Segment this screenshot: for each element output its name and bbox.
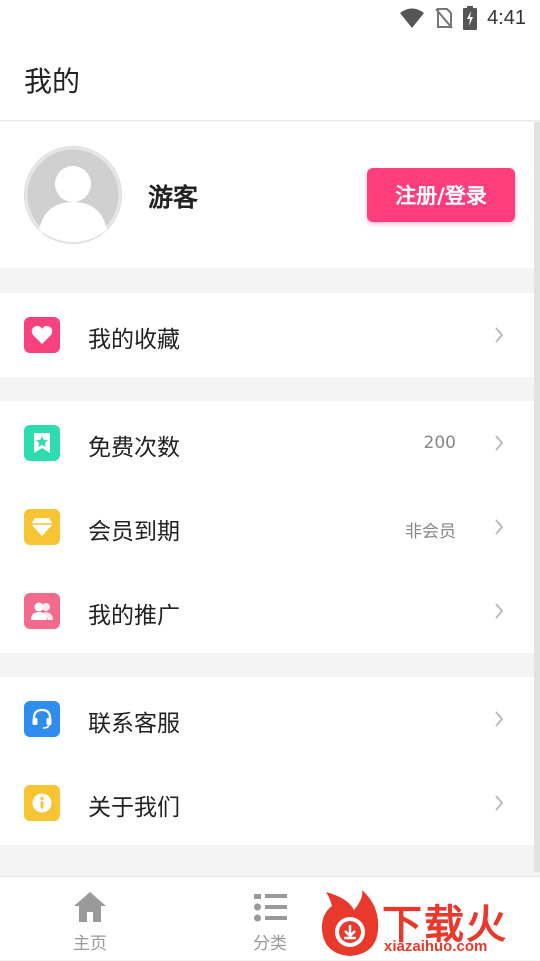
app-header: 我的 xyxy=(0,36,540,121)
users-icon xyxy=(24,593,60,629)
tab-label: 主页 xyxy=(73,934,107,954)
vip-expire-value: 非会员 xyxy=(405,522,456,542)
profile-card: 游客 注册/登录 xyxy=(0,122,534,268)
home-icon xyxy=(74,892,106,922)
no-sim-icon xyxy=(435,8,453,29)
chevron-right-icon xyxy=(495,603,504,619)
menu-label: 关于我们 xyxy=(88,795,180,821)
menu-item-promotion[interactable]: 我的推广 xyxy=(0,569,534,653)
page-title: 我的 xyxy=(24,65,81,98)
menu-item-vip-expire[interactable]: 会员到期 非会员 xyxy=(0,485,534,569)
chevron-right-icon xyxy=(495,519,504,535)
menu-item-free-times[interactable]: 免费次数 200 xyxy=(0,401,534,485)
menu-label: 我的推广 xyxy=(88,603,180,629)
menu-item-favorites[interactable]: 我的收藏 xyxy=(0,293,534,377)
tab-label: 分类 xyxy=(253,934,287,954)
menu-label: 联系客服 xyxy=(88,711,180,737)
info-icon xyxy=(24,785,60,821)
menu-label: 会员到期 xyxy=(88,519,180,545)
account-group: 免费次数 200 会员到期 非会员 我的推广 xyxy=(0,401,534,653)
support-group: 联系客服 关于我们 xyxy=(0,677,534,845)
heart-icon xyxy=(24,317,60,353)
chevron-right-icon xyxy=(495,327,504,343)
chevron-right-icon xyxy=(495,711,504,727)
menu-item-about[interactable]: 关于我们 xyxy=(0,761,534,845)
menu-label: 免费次数 xyxy=(88,435,180,461)
battery-charging-icon xyxy=(463,6,478,30)
tab-category[interactable]: 分类 xyxy=(220,877,320,961)
scrollbar[interactable] xyxy=(534,122,540,872)
menu-item-contact[interactable]: 联系客服 xyxy=(0,677,534,761)
tab-home[interactable]: 主页 xyxy=(40,877,140,961)
list-icon xyxy=(254,894,287,922)
chevron-right-icon xyxy=(495,435,504,451)
flame-logo-icon xyxy=(321,890,379,956)
menu-label: 我的收藏 xyxy=(88,327,180,353)
favorites-group: 我的收藏 xyxy=(0,293,534,377)
status-time: 4:41 xyxy=(487,6,526,29)
status-bar: 4:41 xyxy=(0,0,540,36)
ticket-star-icon xyxy=(24,425,60,461)
headset-icon xyxy=(24,701,60,737)
watermark: 下载火 xiazaihuo.com xyxy=(318,888,540,960)
free-times-value: 200 xyxy=(423,433,456,453)
chevron-right-icon xyxy=(495,795,504,811)
login-register-button[interactable]: 注册/登录 xyxy=(367,168,515,222)
wifi-icon xyxy=(400,8,425,28)
watermark-url: xiazaihuo.com xyxy=(384,938,488,955)
diamond-icon xyxy=(24,509,60,545)
user-avatar-icon[interactable] xyxy=(24,146,122,244)
username: 游客 xyxy=(148,183,199,212)
